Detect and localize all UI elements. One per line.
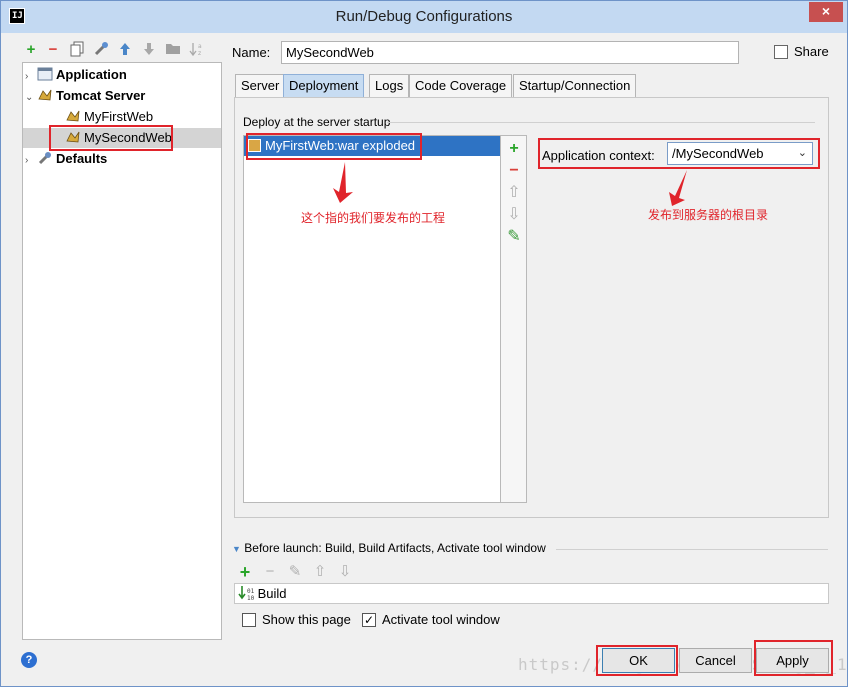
edit-pencil-icon[interactable]: ✎: [505, 228, 523, 246]
add-icon[interactable]: +: [22, 41, 40, 59]
tree-item-label: Tomcat Server: [56, 88, 146, 103]
name-label: Name:: [232, 45, 271, 60]
tree-item-application[interactable]: › Application: [25, 65, 127, 85]
tab-deployment[interactable]: Deployment: [283, 74, 365, 98]
activate-tool-window-checkbox[interactable]: ✓: [362, 613, 376, 627]
build-icon: 0110: [238, 586, 255, 602]
wrench-icon: [37, 151, 53, 165]
tree-item-myfirstweb[interactable]: MyFirstWeb: [65, 107, 153, 127]
svg-text:a: a: [198, 43, 202, 50]
list-item[interactable]: 01 10 Build: [238, 585, 287, 603]
remove-icon[interactable]: −: [44, 41, 62, 59]
dialog-content: + − az › Application ⌄ Tomcat Server MyF…: [8, 33, 848, 681]
move-up-icon[interactable]: ⇧: [311, 563, 329, 581]
move-up-icon[interactable]: ⇧: [505, 184, 523, 202]
tree-item-label: Application: [56, 67, 127, 82]
share-label: Share: [794, 44, 829, 59]
activate-tool-window-label: Activate tool window: [382, 612, 500, 627]
expand-arrow-icon[interactable]: ›: [25, 67, 37, 87]
tomcat-icon: [65, 109, 81, 123]
tab-code-coverage[interactable]: Code Coverage: [409, 74, 513, 98]
tab-startup-connection[interactable]: Startup/Connection: [513, 74, 637, 98]
tree-item-tomcat-server[interactable]: ⌄ Tomcat Server: [25, 86, 145, 106]
add-artifact-icon[interactable]: +: [505, 140, 523, 158]
before-launch-list: 01 10 Build: [234, 583, 829, 604]
highlight-box: [754, 640, 833, 676]
tomcat-icon: [37, 88, 53, 102]
deploy-list-toolbar: + − ⇧ ⇩ ✎: [501, 135, 527, 503]
tree-item-label: Defaults: [56, 151, 108, 166]
tree-item-label: MyFirstWeb: [84, 109, 154, 124]
collapse-arrow-icon[interactable]: ⌄: [25, 88, 37, 108]
highlight-box: [246, 133, 422, 160]
window-title: Run/Debug Configurations: [335, 8, 513, 25]
show-page-checkbox[interactable]: [242, 613, 256, 627]
highlight-box: [49, 125, 173, 151]
close-button[interactable]: ×: [809, 2, 843, 22]
tab-logs[interactable]: Logs: [369, 74, 410, 98]
sort-icon[interactable]: az: [188, 41, 206, 59]
remove-artifact-icon[interactable]: −: [505, 162, 523, 180]
edit-defaults-icon[interactable]: [92, 41, 110, 59]
before-launch-label: Before launch: Build, Build Artifacts, A…: [244, 541, 546, 555]
show-page-label: Show this page: [262, 612, 351, 627]
deploy-section-label: Deploy at the server startup: [243, 115, 391, 129]
annotation-arrow-icon: [669, 170, 687, 206]
highlight-box: [538, 138, 820, 169]
artifact-annotation: 这个指的我们要发布的工程: [301, 211, 446, 225]
share-checkbox[interactable]: [774, 45, 788, 59]
svg-text:01: 01: [247, 588, 254, 595]
context-annotation: 发布到服务器的根目录: [648, 208, 769, 222]
edit-task-icon[interactable]: ✎: [286, 563, 304, 581]
title-bar: IJ Run/Debug Configurations ×: [1, 1, 847, 33]
move-up-icon[interactable]: [116, 41, 134, 59]
annotation-arrow-icon: [333, 162, 353, 203]
build-label: Build: [257, 586, 287, 601]
tab-server[interactable]: Server: [235, 74, 286, 98]
help-icon[interactable]: ?: [21, 652, 37, 668]
highlight-box: [596, 645, 678, 676]
run-debug-configurations-dialog: IJ Run/Debug Configurations × + − a z › …: [0, 0, 848, 687]
cancel-button[interactable]: Cancel: [679, 648, 752, 673]
name-input[interactable]: MySecondWeb: [281, 41, 739, 64]
move-down-icon[interactable]: ⇩: [336, 563, 354, 581]
copy-icon[interactable]: [68, 41, 86, 59]
add-task-icon[interactable]: +: [236, 563, 254, 581]
section-divider: [556, 549, 828, 550]
expand-arrow-icon[interactable]: ›: [25, 151, 37, 171]
svg-text:z: z: [198, 50, 201, 57]
section-divider: [387, 122, 815, 123]
move-down-icon[interactable]: [140, 41, 158, 59]
move-down-icon[interactable]: ⇩: [505, 206, 523, 224]
before-launch-header[interactable]: ▼ Before launch: Build, Build Artifacts,…: [232, 541, 546, 555]
folder-icon[interactable]: [164, 41, 182, 59]
svg-text:10: 10: [247, 595, 254, 601]
remove-task-icon[interactable]: −: [261, 563, 279, 581]
deployment-panel: Deploy at the server startup MyFirstWeb:…: [234, 97, 829, 518]
tree-item-defaults[interactable]: › Defaults: [25, 149, 107, 169]
application-icon: [37, 67, 53, 81]
collapse-triangle-icon: ▼: [232, 544, 241, 554]
deploy-artifacts-list: MyFirstWeb:war exploded: [243, 135, 501, 503]
configurations-tree: › Application ⌄ Tomcat Server MyFirstWeb M…: [22, 62, 222, 640]
